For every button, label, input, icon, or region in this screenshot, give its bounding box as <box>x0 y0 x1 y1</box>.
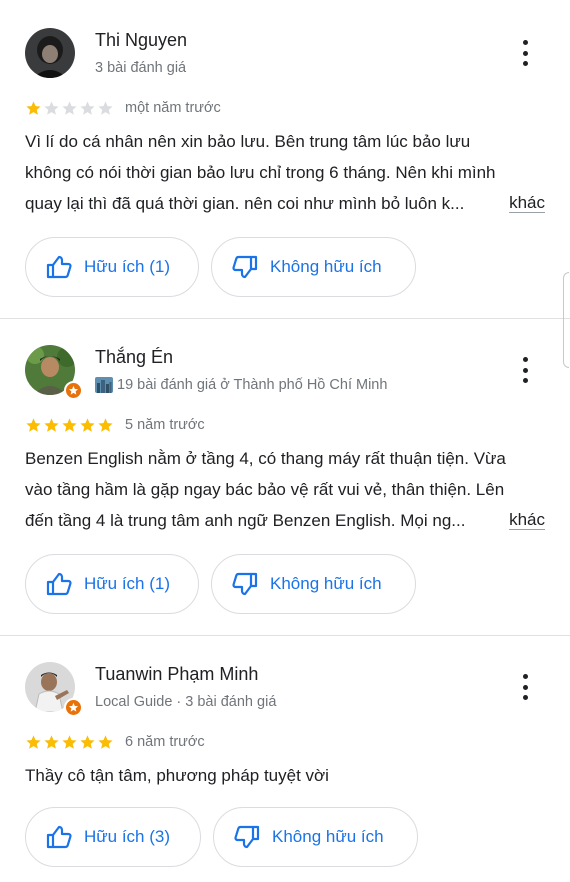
review-text-line: quay lại thì đã quá thời gian. nên coi n… <box>25 194 465 213</box>
review-text-line: không có nói thời gian bảo lưu chỉ trong… <box>25 163 496 182</box>
not-helpful-label: Không hữu ích <box>270 574 382 593</box>
star-icon <box>80 418 95 432</box>
read-more-link[interactable]: khác <box>509 510 545 530</box>
review-time: 6 năm trước <box>125 734 205 750</box>
reviewer-meta-text: Local Guide · 3 bài đánh giá <box>95 694 277 710</box>
star-icon <box>26 735 41 749</box>
star-icon <box>98 418 113 432</box>
star-icon <box>62 101 77 115</box>
review-text-line: Vì lí do cá nhân nên xin bảo lưu. Bên tr… <box>25 132 471 151</box>
review-text: Benzen English nằm ở tầng 4, có thang má… <box>25 443 545 536</box>
star-icon <box>44 735 59 749</box>
thumb-up-icon <box>46 255 72 279</box>
star-icon <box>44 418 59 432</box>
star-rating <box>25 100 114 117</box>
helpful-label: Hữu ích (1) <box>84 574 171 593</box>
helpful-label: Hữu ích (1) <box>84 257 171 276</box>
review-text-line: vào tầng hầm là gặp ngay bác bảo vệ rất … <box>25 480 505 499</box>
not-helpful-button[interactable]: Không hữu ích <box>211 237 416 297</box>
review-card: Tuanwin Phạm Minh Local Guide · 3 bài đá… <box>0 634 570 882</box>
star-icon <box>62 418 77 432</box>
star-icon <box>26 418 41 432</box>
reviewer-name[interactable]: Thắng Én <box>95 347 173 368</box>
more-options-icon[interactable] <box>514 38 536 68</box>
more-options-icon[interactable] <box>514 672 536 702</box>
review-time: một năm trước <box>125 100 221 116</box>
star-icon <box>44 101 59 115</box>
reviewer-meta: 3 bài đánh giá <box>95 60 186 76</box>
reviewer-meta: 19 bài đánh giá ở Thành phố Hồ Chí Minh <box>95 377 387 393</box>
reviewer-meta-text: 19 bài đánh giá ở Thành phố Hồ Chí Minh <box>117 377 388 393</box>
review-text: Vì lí do cá nhân nên xin bảo lưu. Bên tr… <box>25 126 545 219</box>
star-rating <box>25 734 114 751</box>
not-helpful-label: Không hữu ích <box>270 257 382 276</box>
review-card: Thi Nguyen 3 bài đánh giá một năm trước … <box>0 0 570 318</box>
star-rating <box>25 417 114 434</box>
helpful-button[interactable]: Hữu ích (3) <box>25 807 201 867</box>
reviewer-meta: Local Guide · 3 bài đánh giá <box>95 694 276 710</box>
star-icon <box>62 735 77 749</box>
more-options-icon[interactable] <box>514 355 536 385</box>
avatar[interactable] <box>25 28 75 78</box>
not-helpful-label: Không hữu ích <box>272 827 384 846</box>
reviewer-meta-text: 3 bài đánh giá <box>95 60 187 76</box>
helpful-button[interactable]: Hữu ích (1) <box>25 554 199 614</box>
thumb-down-icon <box>232 255 258 279</box>
star-icon <box>98 735 113 749</box>
not-helpful-button[interactable]: Không hữu ích <box>211 554 416 614</box>
reviewer-name[interactable]: Thi Nguyen <box>95 30 187 51</box>
review-text: Thầy cô tận tâm, phương pháp tuyệt vời <box>25 760 545 791</box>
thumb-up-icon <box>46 572 72 596</box>
local-guide-badge-icon <box>64 381 83 400</box>
city-icon <box>95 377 113 393</box>
thumb-down-icon <box>234 825 260 849</box>
review-text-line: đến tầng 4 là trung tâm anh ngữ Benzen E… <box>25 511 466 530</box>
review-time: 5 năm trước <box>125 417 205 433</box>
thumb-down-icon <box>232 572 258 596</box>
local-guide-badge-icon <box>64 698 83 717</box>
helpful-button[interactable]: Hữu ích (1) <box>25 237 199 297</box>
read-more-link[interactable]: khác <box>509 193 545 213</box>
star-icon <box>80 735 95 749</box>
review-text-line: Benzen English nằm ở tầng 4, có thang má… <box>25 449 506 468</box>
helpful-label: Hữu ích (3) <box>84 827 171 846</box>
review-card: Thắng Én 19 bài đánh giá ở Thành phố Hồ … <box>0 317 570 635</box>
star-icon <box>98 101 113 115</box>
reviewer-name[interactable]: Tuanwin Phạm Minh <box>95 664 258 685</box>
star-icon <box>26 101 41 115</box>
review-text-line: Thầy cô tận tâm, phương pháp tuyệt vời <box>25 766 329 785</box>
star-icon <box>80 101 95 115</box>
not-helpful-button[interactable]: Không hữu ích <box>213 807 418 867</box>
thumb-up-icon <box>46 825 72 849</box>
